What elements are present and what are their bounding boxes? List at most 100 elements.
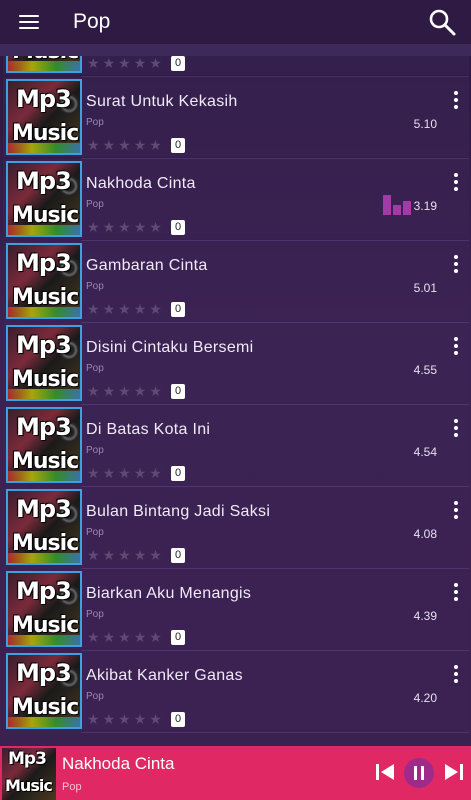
search-icon[interactable] [427,7,457,37]
more-options-icon[interactable] [453,91,459,111]
song-list-item[interactable]: Mp3 Music Di Batas Kota Ini Pop 4.54 ★ ★ ★ ★ ★ 0 [3,405,469,487]
star-icon[interactable]: ★ [87,220,100,234]
star-icon[interactable]: ★ [149,56,162,70]
star-icon[interactable]: ★ [87,384,100,398]
album-art-music-text: Music [12,285,79,310]
album-art-music-text: Music [12,367,79,392]
album-art: Mp3Music [6,325,82,401]
star-icon[interactable]: ★ [118,220,131,234]
song-genre: Pop [86,363,104,374]
star-icon[interactable]: ★ [134,138,147,152]
star-icon[interactable]: ★ [87,630,100,644]
skip-next-icon[interactable] [442,760,466,784]
song-genre: Pop [86,117,104,128]
star-icon[interactable]: ★ [149,712,162,726]
star-icon[interactable]: ★ [103,384,116,398]
song-list-item[interactable]: Mp3 Music Akibat Kanker Ganas Pop 4.20 ★ ★ ★ ★ ★ 0 [3,651,469,733]
star-icon[interactable]: ★ [149,302,162,316]
star-icon[interactable]: ★ [118,384,131,398]
more-options-icon[interactable] [453,583,459,603]
more-options-icon[interactable] [453,501,459,521]
star-icon[interactable]: ★ [87,138,100,152]
star-rating[interactable]: ★ ★ ★ ★ ★ [87,630,162,644]
song-duration: 4.20 [413,691,437,705]
star-icon[interactable]: ★ [149,138,162,152]
star-icon[interactable]: ★ [134,302,147,316]
star-rating[interactable]: ★ ★ ★ ★ ★ [87,548,162,562]
star-rating[interactable]: ★ ★ ★ ★ ★ [87,384,162,398]
star-icon[interactable]: ★ [134,384,147,398]
song-genre: Pop [86,691,104,702]
song-genre: Pop [86,609,104,620]
more-options-icon[interactable] [453,337,459,357]
album-art: Mp3Music [6,79,82,155]
rating-count-badge: 0 [171,302,185,317]
star-icon[interactable]: ★ [87,712,100,726]
song-title: Akibat Kanker Ganas [86,667,243,684]
star-icon[interactable]: ★ [149,630,162,644]
star-icon[interactable]: ★ [134,220,147,234]
song-title: Nakhoda Cinta [86,175,196,192]
star-rating[interactable]: ★ ★ ★ ★ ★ [87,712,162,726]
song-list-item[interactable]: Mp3 Music Nakhoda Cinta Pop 3.19 ★ ★ ★ ★ ★ 0 [3,159,469,241]
star-icon[interactable]: ★ [103,630,116,644]
star-icon[interactable]: ★ [103,138,116,152]
star-icon[interactable]: ★ [134,548,147,562]
star-icon[interactable]: ★ [134,466,147,480]
song-list[interactable]: Mp3Music★★★★★0Mp3MusicSurat Untuk Kekasi… [0,56,471,746]
star-icon[interactable]: ★ [118,548,131,562]
star-icon[interactable]: ★ [87,56,100,70]
album-art: Mp3Music [6,56,82,73]
star-rating[interactable]: ★ ★ ★ ★ ★ [87,138,162,152]
song-list-item[interactable]: Mp3 Music Disini Cintaku Bersemi Pop 4.55 ★ ★ ★… [3,323,469,405]
album-art-music-text: Music [12,121,79,146]
star-icon[interactable]: ★ [149,466,162,480]
star-icon[interactable]: ★ [87,548,100,562]
skip-previous-icon[interactable] [373,760,397,784]
star-icon[interactable]: ★ [149,548,162,562]
star-icon[interactable]: ★ [103,466,116,480]
player-album-art: Mp3 Music [2,748,56,800]
star-rating[interactable]: ★ ★ ★ ★ ★ [87,220,162,234]
album-art-music-text: Music [12,695,79,720]
hamburger-menu-icon[interactable] [0,0,58,44]
star-icon[interactable]: ★ [118,302,131,316]
star-icon[interactable]: ★ [103,302,116,316]
star-icon[interactable]: ★ [87,302,100,316]
star-icon[interactable]: ★ [134,630,147,644]
star-icon[interactable]: ★ [149,220,162,234]
rating-count-badge: 0 [171,712,185,727]
song-list-item[interactable]: Mp3 Music Gambaran Cinta Pop 5.01 ★ ★ ★ ★ ★ 0 [3,241,469,323]
song-genre: Pop [86,527,104,538]
more-options-icon[interactable] [453,173,459,193]
song-list-item[interactable]: Mp3 Music Biarkan Aku Menangis Pop 4.39 ★ ★ ★ ★ ★… [3,569,469,651]
star-icon[interactable]: ★ [103,220,116,234]
star-rating[interactable]: ★ ★ ★ ★ ★ [87,56,162,70]
rating-count-badge: 0 [171,548,185,563]
star-icon[interactable]: ★ [87,466,100,480]
pause-button[interactable] [404,758,434,788]
star-icon[interactable]: ★ [103,548,116,562]
page-title: Pop [73,10,111,33]
mini-player[interactable]: Mp3 Music Nakhoda Cinta Pop [0,746,471,800]
star-icon[interactable]: ★ [149,384,162,398]
star-icon[interactable]: ★ [118,466,131,480]
star-rating[interactable]: ★ ★ ★ ★ ★ [87,302,162,316]
star-icon[interactable]: ★ [118,138,131,152]
star-rating[interactable]: ★ ★ ★ ★ ★ [87,466,162,480]
star-icon[interactable]: ★ [103,712,116,726]
star-icon[interactable]: ★ [118,56,131,70]
star-icon[interactable]: ★ [118,712,131,726]
rating-count-badge: 0 [171,56,185,71]
star-icon[interactable]: ★ [103,56,116,70]
song-list-item[interactable]: Mp3 Music Surat Untuk Kekasih Pop 5.10 ★ ★ ★ ★ ★ 0 [3,77,469,159]
more-options-icon[interactable] [453,255,459,275]
more-options-icon[interactable] [453,665,459,685]
more-options-icon[interactable] [453,419,459,439]
album-art: Mp3Music [6,571,82,647]
star-icon[interactable]: ★ [118,630,131,644]
star-icon[interactable]: ★ [134,712,147,726]
song-list-item[interactable]: Mp3 Music Bulan Bintang Jadi Saksi Pop 4.08 ★… [3,487,469,569]
song-list-item[interactable]: Mp3Music★★★★★0 [3,56,469,77]
star-icon[interactable]: ★ [134,56,147,70]
